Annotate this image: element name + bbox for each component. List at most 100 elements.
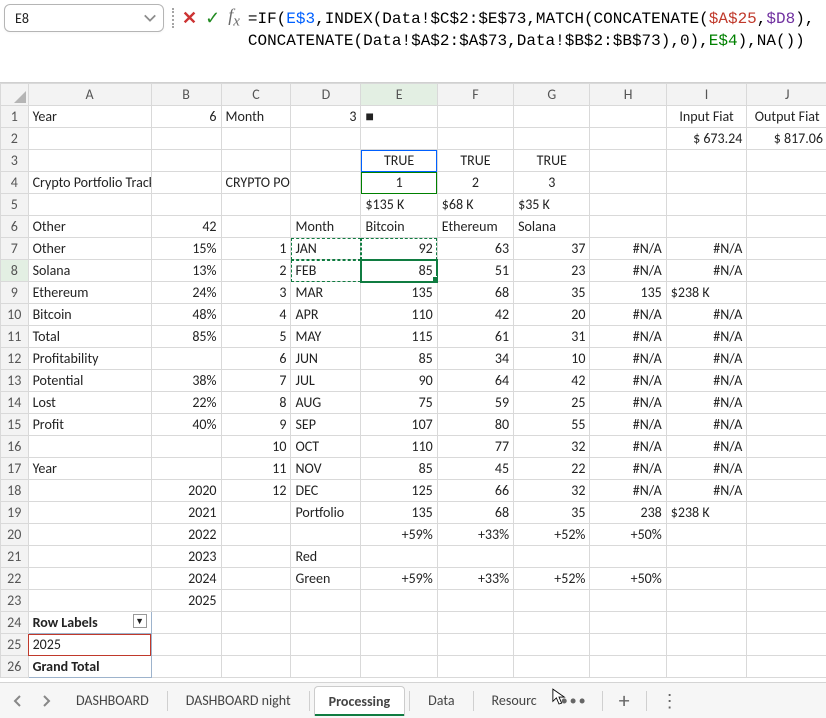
cell[interactable]: 8 (221, 392, 291, 414)
cell[interactable] (514, 590, 590, 612)
cell[interactable] (747, 590, 826, 612)
cell[interactable]: #N/A (590, 480, 666, 502)
cell[interactable] (361, 656, 437, 678)
row-header[interactable]: 13 (1, 370, 29, 392)
cell[interactable]: #N/A (666, 458, 747, 480)
cell[interactable]: #N/A (666, 260, 747, 282)
row-header[interactable]: 23 (1, 590, 29, 612)
cell[interactable] (291, 590, 361, 612)
row-header[interactable]: 2 (1, 128, 29, 150)
cell[interactable]: +59% (361, 568, 437, 590)
cell[interactable]: Potential (28, 370, 151, 392)
cell[interactable]: 238 (590, 502, 666, 524)
cell[interactable] (221, 634, 291, 656)
cell[interactable] (221, 568, 291, 590)
tab-nav-prev[interactable] (6, 689, 30, 713)
cell[interactable]: 64 (437, 370, 513, 392)
cell[interactable] (437, 128, 513, 150)
cell[interactable]: 2024 (151, 568, 221, 590)
cell[interactable] (747, 436, 826, 458)
cell[interactable]: JUL (291, 370, 361, 392)
cell[interactable] (747, 348, 826, 370)
cell[interactable]: 125 (361, 480, 437, 502)
cell[interactable]: +52% (514, 568, 590, 590)
cell[interactable]: 2025 (28, 634, 151, 656)
cell[interactable]: #N/A (590, 238, 666, 260)
cell[interactable]: Profitability (28, 348, 151, 370)
cell[interactable] (151, 194, 221, 216)
cell[interactable]: 90 (361, 370, 437, 392)
cell[interactable]: 110 (361, 304, 437, 326)
cell[interactable] (437, 590, 513, 612)
cell[interactable] (666, 216, 747, 238)
column-header[interactable]: J (747, 84, 826, 106)
cell[interactable] (747, 568, 826, 590)
cell[interactable]: 45 (437, 458, 513, 480)
cell[interactable] (666, 568, 747, 590)
cell[interactable]: Bitcoin (28, 304, 151, 326)
cell[interactable] (437, 106, 513, 128)
cell[interactable]: 68 (437, 282, 513, 304)
cell[interactable] (221, 524, 291, 546)
cell[interactable]: #N/A (666, 414, 747, 436)
cell[interactable] (291, 612, 361, 634)
cell[interactable] (221, 612, 291, 634)
cell[interactable] (361, 128, 437, 150)
cell[interactable]: 80 (437, 414, 513, 436)
cell[interactable]: 2022 (151, 524, 221, 546)
cell[interactable]: #N/A (590, 370, 666, 392)
cell[interactable]: Profit (28, 414, 151, 436)
column-header[interactable]: F (437, 84, 513, 106)
column-header[interactable]: H (590, 84, 666, 106)
cell[interactable] (514, 546, 590, 568)
cell[interactable] (666, 172, 747, 194)
cell[interactable] (666, 546, 747, 568)
cell[interactable] (151, 634, 221, 656)
cell[interactable] (590, 216, 666, 238)
cell[interactable] (221, 194, 291, 216)
cell[interactable]: #N/A (666, 348, 747, 370)
cell[interactable]: Ethereum (437, 216, 513, 238)
row-header[interactable]: 21 (1, 546, 29, 568)
cell[interactable]: 23 (514, 260, 590, 282)
cell[interactable]: +33% (437, 524, 513, 546)
cell[interactable] (590, 590, 666, 612)
cell[interactable] (590, 150, 666, 172)
cell[interactable] (666, 634, 747, 656)
cancel-edit-button[interactable]: ✕ (182, 7, 197, 29)
cell[interactable] (747, 238, 826, 260)
sheet-tab[interactable]: Resourc (478, 686, 551, 715)
cell[interactable]: Total (28, 326, 151, 348)
cell[interactable] (747, 414, 826, 436)
cell[interactable]: 5 (221, 326, 291, 348)
row-header[interactable]: 16 (1, 436, 29, 458)
cell[interactable]: 135 (361, 282, 437, 304)
cell[interactable] (747, 524, 826, 546)
cell[interactable]: 7 (221, 370, 291, 392)
cell[interactable] (28, 480, 151, 502)
column-header[interactable]: G (514, 84, 590, 106)
sheet-tab[interactable]: DASHBOARD (62, 686, 163, 715)
cell[interactable]: 55 (514, 414, 590, 436)
cell[interactable] (291, 128, 361, 150)
column-header[interactable]: A (28, 84, 151, 106)
cell[interactable]: 68 (437, 502, 513, 524)
cell[interactable] (291, 172, 361, 194)
cell[interactable] (28, 546, 151, 568)
cell[interactable]: +52% (514, 524, 590, 546)
cell[interactable] (28, 502, 151, 524)
fx-button[interactable]: fx (228, 5, 240, 31)
cell[interactable]: $238 K (666, 502, 747, 524)
cell[interactable]: #N/A (590, 414, 666, 436)
cell[interactable]: OCT (291, 436, 361, 458)
row-header[interactable]: 15 (1, 414, 29, 436)
cell[interactable] (747, 172, 826, 194)
cell[interactable] (514, 612, 590, 634)
cell[interactable] (437, 612, 513, 634)
cell[interactable]: 135 (590, 282, 666, 304)
cell[interactable]: 92 (361, 238, 437, 260)
select-all-cell[interactable] (1, 84, 29, 106)
cell[interactable] (28, 568, 151, 590)
cell[interactable] (590, 656, 666, 678)
sheet-tab[interactable]: Processing (314, 686, 405, 716)
